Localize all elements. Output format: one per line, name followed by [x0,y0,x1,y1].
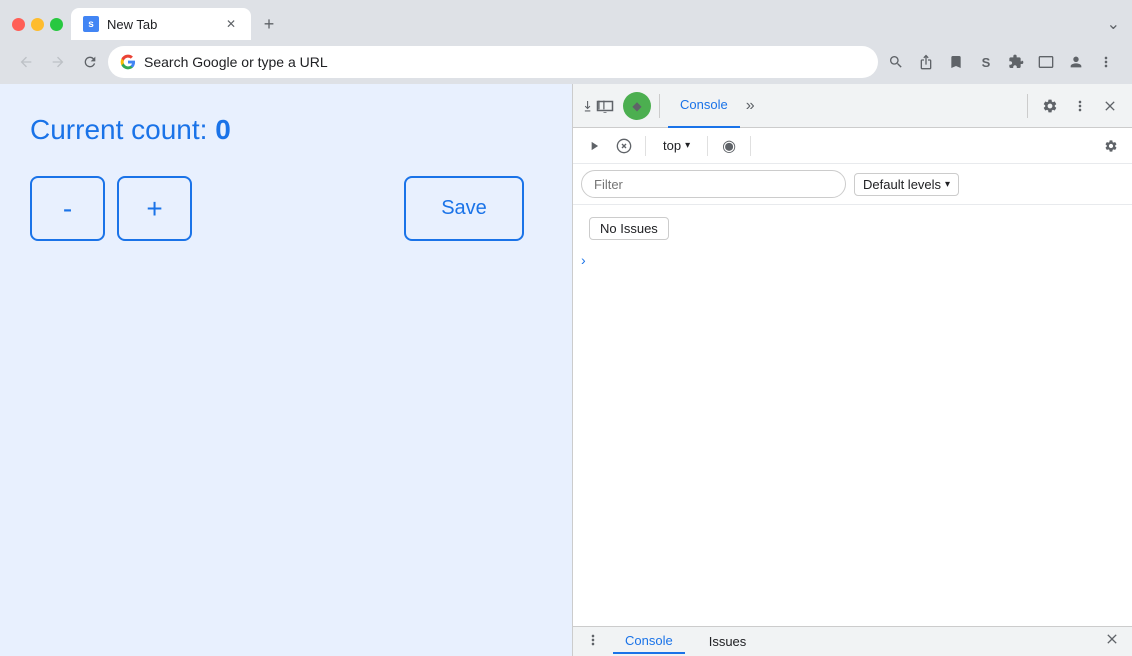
console-tab[interactable]: Console [668,84,740,128]
back-button[interactable] [12,48,40,76]
tab-close-button[interactable]: ✕ [223,16,239,32]
refresh-button[interactable] [76,48,104,76]
devtools-panel: ◆ Console » [572,84,1132,656]
devtools-close-button[interactable] [1096,92,1124,120]
maximize-traffic-light[interactable] [50,18,63,31]
address-bar[interactable]: Search Google or type a URL [108,46,878,78]
bottom-bar: Console Issues [573,626,1132,656]
chevron-down-icon: ▾ [685,140,690,151]
tab-favicon: s [83,16,99,32]
eye-icon-button[interactable]: ◉ [716,133,742,159]
count-value: 0 [215,114,231,145]
console-filter-bar: Default levels ▾ [573,164,1132,205]
console-settings-button[interactable] [1098,133,1124,159]
count-label-text: Current count: [30,114,207,145]
count-display: Current count: 0 [30,114,542,146]
share-button[interactable] [912,48,940,76]
default-levels-selector[interactable]: Default levels ▾ [854,173,959,196]
console-prompt-row: › [581,248,1124,272]
devtools-more-button[interactable] [1066,92,1094,120]
increment-button[interactable]: + [117,176,192,241]
console-output: No Issues › [573,205,1132,626]
devtools-settings-button[interactable] [1036,92,1064,120]
run-script-button[interactable] [581,133,607,159]
extension-icon-button[interactable]: ◆ [623,92,651,120]
extensions-button[interactable] [1002,48,1030,76]
console-toolbar: top ▾ ◉ [573,128,1132,164]
search-button[interactable] [882,48,910,76]
bottom-console-tab[interactable]: Console [613,629,685,654]
context-selector[interactable]: top ▾ [654,134,699,157]
ct-separator [645,136,646,156]
more-tabs-button[interactable]: » [742,97,759,115]
window-button[interactable] [1032,48,1060,76]
ct-separator-2 [707,136,708,156]
google-icon [120,54,136,70]
active-tab[interactable]: s New Tab ✕ [71,8,251,40]
forward-button[interactable] [44,48,72,76]
clear-console-button[interactable] [611,133,637,159]
filter-input[interactable] [581,170,846,198]
button-row: - + Save [30,176,542,241]
profile-button[interactable] [1062,48,1090,76]
no-issues-badge[interactable]: No Issues [589,217,669,240]
prompt-arrow: › [581,252,586,268]
ct-separator-3 [750,136,751,156]
more-button[interactable] [1092,48,1120,76]
chevron-down-icon: ▾ [945,179,950,190]
new-tab-button[interactable]: + [255,10,283,38]
bottom-more-button[interactable] [585,632,601,651]
tab-bar: s New Tab ✕ + [71,8,1099,40]
tab-title: New Tab [107,17,215,32]
minimize-traffic-light[interactable] [31,18,44,31]
nav-actions: S [882,48,1120,76]
bottom-issues-tab[interactable]: Issues [697,630,759,653]
decrement-button[interactable]: - [30,176,105,241]
separator-1 [659,94,660,118]
shield-button[interactable]: S [972,48,1000,76]
device-toolbar-button[interactable] [591,92,619,120]
address-text: Search Google or type a URL [144,54,866,70]
traffic-lights [12,18,63,31]
tab-overflow-button[interactable]: ⌄ [1107,14,1120,34]
devtools-toolbar: ◆ Console » [573,84,1132,128]
page-content: Current count: 0 - + Save [0,84,572,656]
devtools-tabs: Console » [668,84,1019,128]
context-label: top [663,138,681,153]
bottom-close-button[interactable] [1104,631,1120,652]
bookmark-button[interactable] [942,48,970,76]
close-traffic-light[interactable] [12,18,25,31]
save-button[interactable]: Save [404,176,524,241]
devtools-right-actions [1036,92,1124,120]
separator-2 [1027,94,1028,118]
